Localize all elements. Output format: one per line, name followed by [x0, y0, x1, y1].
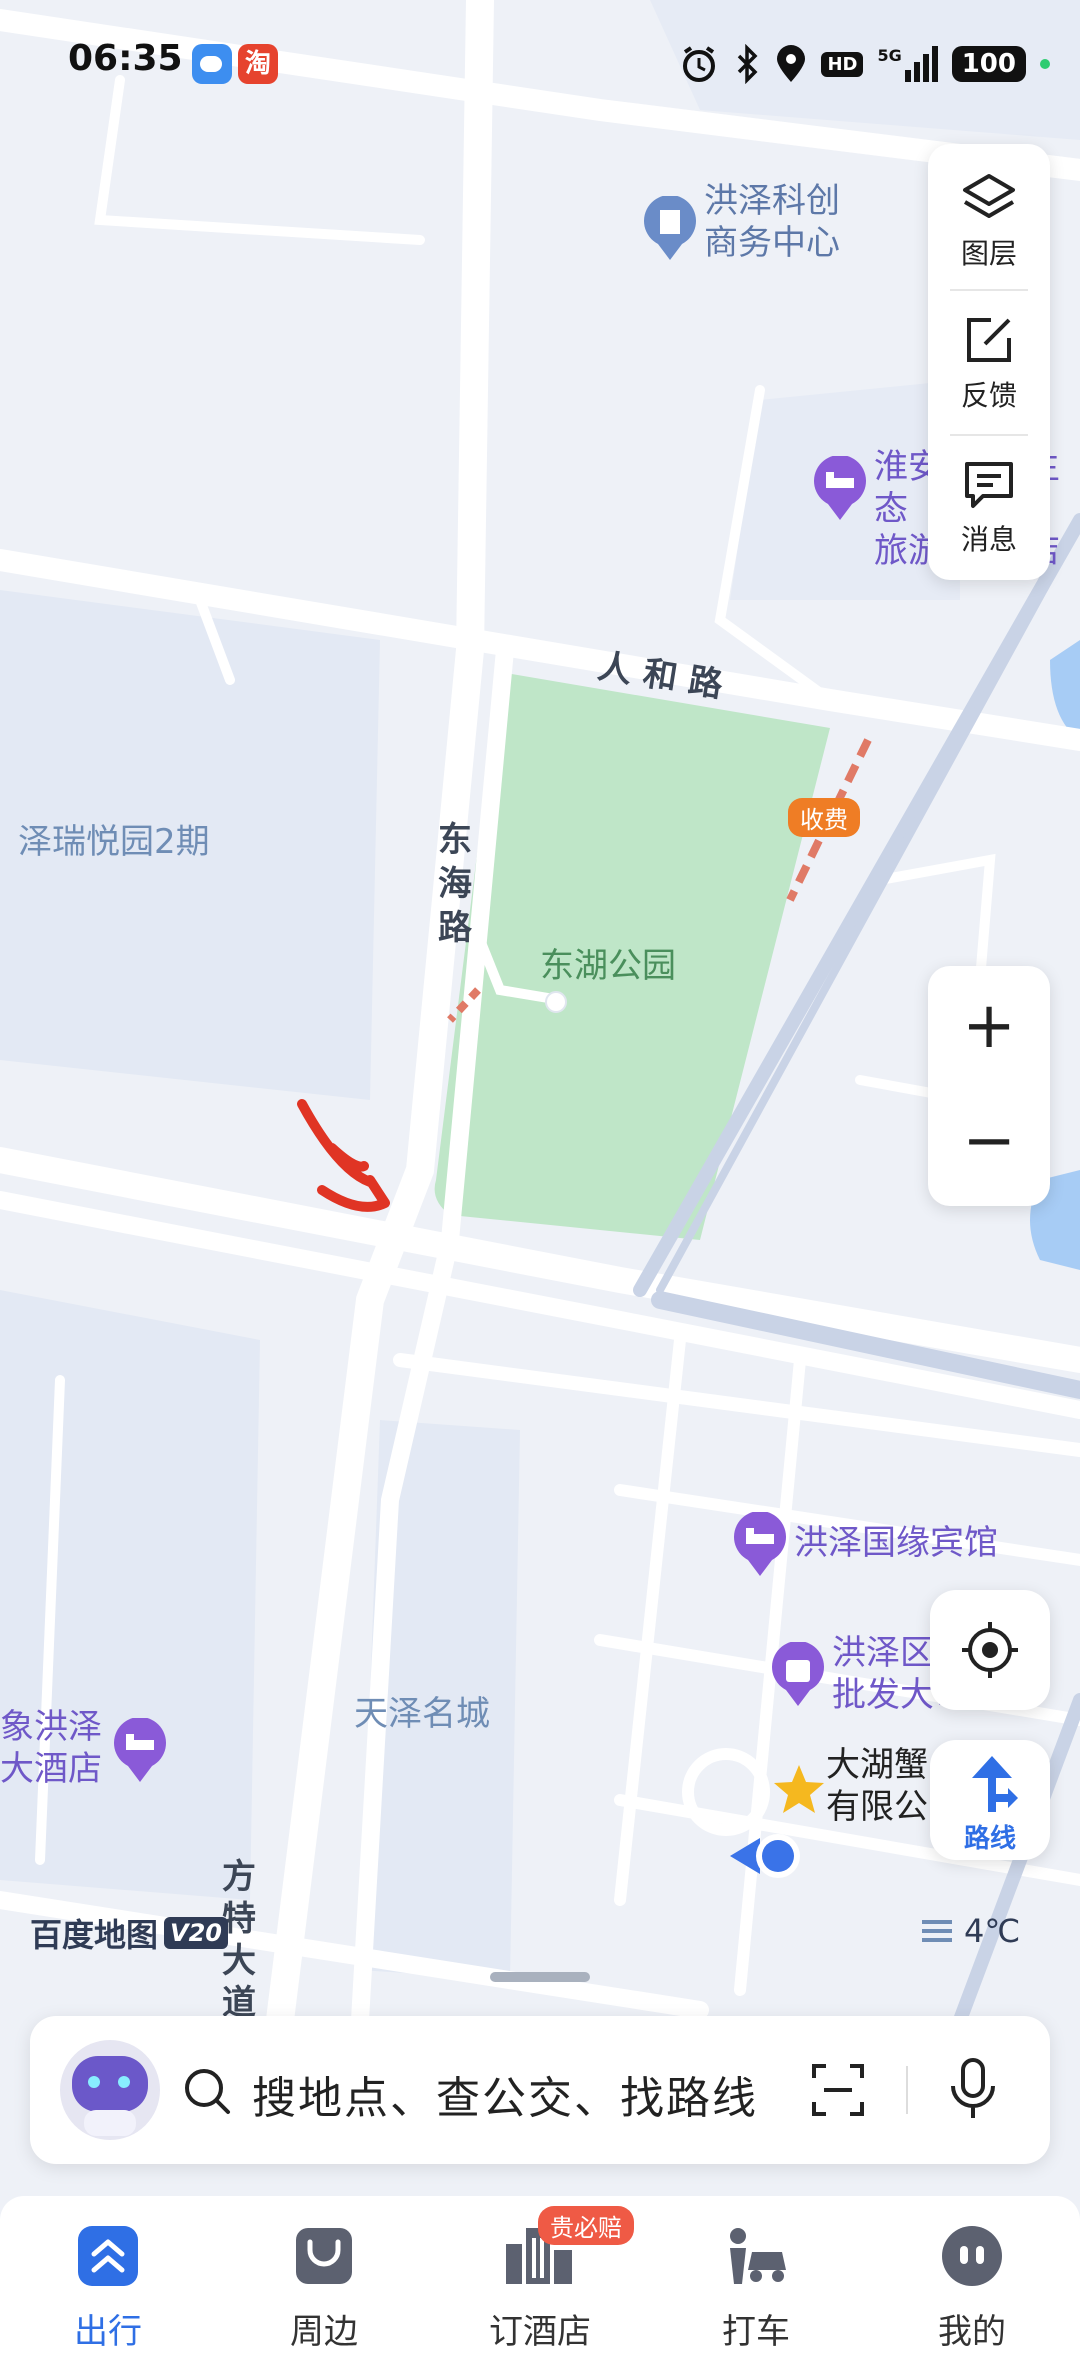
network-label: 5G	[877, 46, 902, 65]
poi-line: 有限公	[826, 1787, 928, 1827]
drag-handle[interactable]	[490, 1972, 590, 1982]
brand-version: V20	[164, 1917, 228, 1949]
travel-icon	[78, 2226, 138, 2286]
zoom-control: + −	[928, 966, 1050, 1206]
edit-icon	[967, 318, 1011, 362]
poi-line: 洪泽科创	[704, 181, 840, 221]
feedback-button[interactable]: 反馈	[928, 292, 1050, 432]
nav-travel[interactable]: 出行	[28, 2224, 188, 2353]
fog-icon	[922, 1920, 952, 1942]
hd-icon: HD	[821, 51, 864, 77]
alarm-icon	[683, 46, 716, 82]
messages-label: 消息	[960, 523, 1017, 556]
hotel-promo-badge: 贵必赔	[538, 2206, 634, 2245]
nav-taxi[interactable]: 打车	[676, 2224, 836, 2353]
shopping-pin-icon[interactable]	[770, 1640, 826, 1712]
search-bar[interactable]: 搜地点、查公交、找路线	[30, 2016, 1050, 2164]
current-location-icon	[730, 1826, 806, 1890]
poi-line: 大湖蟹	[826, 1745, 928, 1785]
poi-line: 象洪泽	[0, 1707, 102, 1747]
divider	[950, 434, 1028, 436]
nav-label: 打车	[722, 2312, 790, 2352]
bluetooth-icon	[738, 44, 758, 84]
feedback-label: 反馈	[960, 379, 1017, 412]
battery-icon: 100	[951, 46, 1026, 82]
location-icon	[777, 45, 806, 82]
search-placeholder[interactable]: 搜地点、查公交、找路线	[252, 2062, 758, 2126]
status-dot	[1040, 59, 1050, 69]
nav-label: 出行	[74, 2312, 142, 2352]
weather-app-icon	[192, 44, 232, 84]
nav-nearby[interactable]: 周边	[244, 2224, 404, 2353]
zoom-in-button[interactable]: +	[928, 966, 1050, 1086]
poi-dahu-crab[interactable]: 大湖蟹 有限公	[826, 1744, 928, 1828]
nav-label: 我的	[938, 2312, 1006, 2352]
message-icon	[965, 462, 1013, 508]
star-icon[interactable]	[772, 1762, 826, 1820]
locate-button[interactable]	[930, 1590, 1050, 1710]
status-icons: HD 5G 100	[679, 44, 1050, 84]
layers-button[interactable]: 图层	[928, 144, 1050, 284]
search-icon	[185, 2069, 230, 2114]
road-char: 特	[222, 1899, 256, 1939]
area-zerui: 泽瑞悦园2期	[18, 822, 210, 862]
taobao-app-icon: 淘	[238, 44, 278, 84]
profile-face-icon	[942, 2226, 1002, 2286]
area-tianze: 天泽名城	[354, 1694, 490, 1734]
microphone-icon[interactable]	[948, 2056, 998, 2122]
scan-icon[interactable]	[810, 2062, 866, 2118]
assistant-avatar[interactable]	[60, 2040, 160, 2140]
poi-pin-icon[interactable]	[642, 194, 698, 266]
poi-line: 大酒店	[0, 1749, 102, 1789]
route-button[interactable]: 路线	[930, 1740, 1050, 1860]
area-park: 东湖公园	[540, 946, 676, 986]
taxi-icon	[730, 2228, 786, 2284]
layers-icon	[963, 174, 1015, 218]
road-fangte: 方 特 大 道	[222, 1856, 262, 2024]
road-char: 东	[438, 820, 472, 860]
5g-signal-icon: 5G	[877, 46, 938, 82]
road-donghai: 东 海 路	[438, 818, 478, 950]
zoom-out-button[interactable]: −	[928, 1086, 1050, 1206]
hotel-pin-icon[interactable]	[112, 1716, 168, 1788]
hotel-pin-icon[interactable]	[812, 454, 868, 526]
road-char: 海	[438, 864, 472, 904]
crosshair-icon	[962, 1622, 1018, 1678]
poi-line: 商务中心	[704, 223, 840, 263]
nav-label: 订酒店	[489, 2312, 591, 2352]
map-tools-panel: 图层 反馈 消息	[928, 144, 1050, 580]
nav-mine[interactable]: 我的	[892, 2224, 1052, 2353]
messages-button[interactable]: 消息	[928, 438, 1050, 578]
poi-xiang-hotel[interactable]: 象洪泽 大酒店	[0, 1706, 102, 1790]
brand-name: 百度地图	[30, 1916, 159, 1954]
route-arrow-icon	[972, 1756, 1018, 1812]
hotel-pin-icon[interactable]	[732, 1510, 788, 1582]
poi-hongze-business[interactable]: 洪泽科创 商务中心	[704, 180, 840, 264]
divider	[950, 289, 1028, 291]
layers-label: 图层	[960, 237, 1017, 270]
poi-guoyuan-hotel[interactable]: 洪泽国缘宾馆	[794, 1522, 998, 1564]
route-label: 路线	[963, 1824, 1016, 1854]
toll-badge: 收费	[788, 798, 860, 837]
status-time: 06:35	[68, 38, 183, 79]
weather-temp: 4℃	[964, 1912, 1021, 1950]
road-char: 方	[222, 1857, 256, 1897]
road-char: 大	[222, 1941, 256, 1981]
nav-label: 周边	[290, 2312, 358, 2352]
nearby-bag-icon	[296, 2228, 352, 2284]
road-char: 路	[438, 908, 472, 948]
divider	[906, 2066, 908, 2114]
brand-mark: 百度地图 V20	[30, 1910, 228, 1956]
weather-widget[interactable]: 4℃	[920, 1912, 1020, 1950]
